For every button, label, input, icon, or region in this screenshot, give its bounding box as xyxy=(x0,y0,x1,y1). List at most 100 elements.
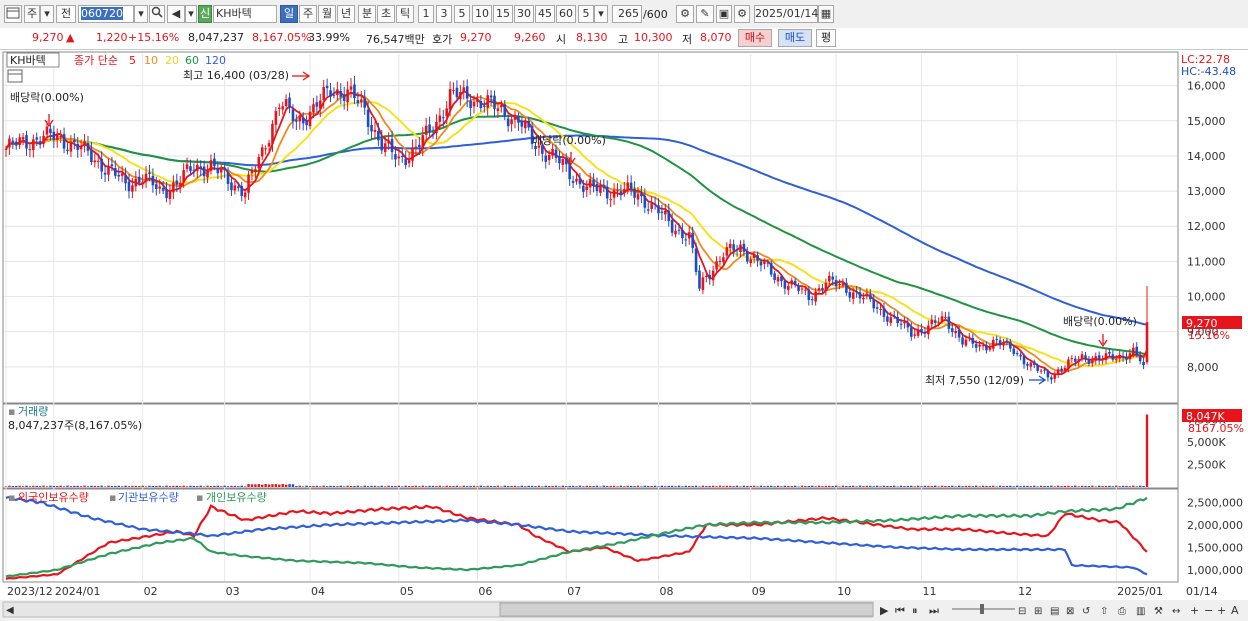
candle-body xyxy=(137,176,141,183)
period-main-button[interactable]: 주 xyxy=(24,5,40,23)
candle-body xyxy=(1104,353,1108,361)
prev-button[interactable]: 전 xyxy=(56,5,76,23)
candle-body xyxy=(411,147,414,161)
interval-10-button[interactable]: 10 xyxy=(472,5,492,23)
interval-30-button[interactable]: 30 xyxy=(514,5,534,23)
volume-bar xyxy=(858,485,862,487)
pause-icon[interactable]: ⏸ xyxy=(912,604,918,617)
fast-forward-icon[interactable]: ⏭ xyxy=(929,604,939,617)
period-dropdown-icon[interactable]: ▾ xyxy=(40,5,54,23)
interval-15-button[interactable]: 15 xyxy=(493,5,513,23)
period-month-tab[interactable]: 월 xyxy=(318,5,336,23)
stock-name-field[interactable]: KH바텍 xyxy=(213,5,277,23)
drawing-tool-icon[interactable]: ✎ xyxy=(696,5,714,23)
zoom-in-icon[interactable]: + xyxy=(1190,604,1199,617)
candle-body xyxy=(35,137,39,140)
interval-3-button[interactable]: 3 xyxy=(436,5,452,23)
stock-chart[interactable]: 8,0009,00010,00011,00012,00013,00014,000… xyxy=(0,50,1248,621)
interval-45-button[interactable]: 45 xyxy=(535,5,555,23)
export-icon[interactable]: ⇧ xyxy=(1100,606,1108,617)
volume-bar xyxy=(8,485,11,487)
volume-bar xyxy=(469,485,472,487)
code-dropdown-icon[interactable]: ▾ xyxy=(134,5,148,23)
volume-bar xyxy=(1101,486,1104,487)
candle-body xyxy=(858,292,862,299)
sell-button[interactable]: 매도 xyxy=(778,29,812,47)
x-tick-label: 02 xyxy=(144,585,158,598)
volume-bar xyxy=(568,485,571,487)
candle-body xyxy=(1111,354,1115,360)
candle-body xyxy=(213,158,216,167)
buy-button[interactable]: 매수 xyxy=(738,29,772,47)
volume-bar xyxy=(643,485,647,487)
rewind-icon[interactable]: ⏮ xyxy=(895,604,905,617)
candle-body xyxy=(790,280,794,285)
volume-bar xyxy=(845,485,848,487)
volume-bar xyxy=(120,486,124,487)
speaker-icon[interactable]: ◀ xyxy=(167,5,185,23)
volume-bar xyxy=(913,486,916,487)
candle-body xyxy=(1077,359,1080,363)
stock-code-input[interactable]: 060720 xyxy=(78,5,134,23)
volume-bar xyxy=(1067,485,1070,487)
layout-icon[interactable] xyxy=(4,5,22,23)
width-plus-icon[interactable]: + xyxy=(1217,604,1226,617)
candle-body xyxy=(223,168,226,171)
period-week-tab[interactable]: 주 xyxy=(299,5,317,23)
interval-5-button[interactable]: 5 xyxy=(454,5,470,23)
interval-60-button[interactable]: 60 xyxy=(556,5,576,23)
volume-bar xyxy=(954,486,957,487)
volume-bar xyxy=(606,486,609,487)
candle-body xyxy=(155,184,158,189)
calendar-icon[interactable]: ▦ xyxy=(818,5,834,23)
image-icon[interactable]: ▥ xyxy=(1136,606,1145,617)
period-minute-tab[interactable]: 분 xyxy=(358,5,376,23)
gear-icon[interactable]: ⚙ xyxy=(734,5,750,23)
crosshair-icon[interactable]: ⊞ xyxy=(1034,606,1042,617)
tool-icon[interactable]: ⚒ xyxy=(1154,606,1163,617)
candle-body xyxy=(455,87,459,98)
volume-bar xyxy=(770,485,773,487)
interval-1-button[interactable]: 1 xyxy=(418,5,434,23)
scroll-left-icon[interactable]: ◀ xyxy=(6,605,14,616)
candle-body xyxy=(694,248,698,272)
save-icon[interactable]: ▣ xyxy=(716,5,732,23)
ruler-icon[interactable]: ↔ xyxy=(1172,606,1180,617)
interval-dropdown-icon[interactable]: ▾ xyxy=(594,5,608,23)
fit-icon[interactable]: ⊠ xyxy=(1066,606,1074,617)
volume-bar xyxy=(254,484,257,487)
table-icon[interactable] xyxy=(7,69,23,83)
period-second-tab[interactable]: 초 xyxy=(377,5,395,23)
toggle-icon[interactable]: ⊟ xyxy=(1018,606,1026,617)
search-icon[interactable] xyxy=(149,5,165,23)
volume-bar xyxy=(373,485,377,487)
candle-body xyxy=(913,334,917,336)
volume-bar xyxy=(578,485,582,487)
candle-body xyxy=(1012,348,1016,354)
text-size-icon[interactable]: A xyxy=(1231,604,1239,617)
period-year-tab[interactable]: 년 xyxy=(337,5,355,23)
date-input[interactable]: 2025/01/14 xyxy=(754,5,818,23)
period-day-tab[interactable]: 일 xyxy=(280,5,298,23)
volume-bar xyxy=(732,486,735,487)
candle-body xyxy=(219,169,223,173)
up-arrow-icon: ▲ xyxy=(66,31,75,44)
volume-bar xyxy=(1128,486,1132,487)
holdings-panel xyxy=(2,488,1179,583)
volume-bar xyxy=(1036,486,1039,487)
speaker-dropdown-icon[interactable]: ▾ xyxy=(185,5,197,23)
grid-icon[interactable]: ▤ xyxy=(1050,606,1059,617)
candle-body xyxy=(96,160,100,162)
print-icon[interactable]: ⎙ xyxy=(1118,606,1126,617)
count-input[interactable]: 265 xyxy=(612,5,642,23)
eval-button[interactable]: 평 xyxy=(816,29,836,47)
volume-bar xyxy=(438,485,442,487)
period-tick-tab[interactable]: 틱 xyxy=(396,5,414,23)
scrollbar-thumb[interactable] xyxy=(499,602,874,617)
zoom-slider-handle[interactable] xyxy=(980,604,984,614)
chart-settings-icon[interactable]: ⚙ xyxy=(676,5,694,23)
zoom-out-icon[interactable]: − xyxy=(1204,604,1213,617)
scroll-right-icon[interactable]: ▶ xyxy=(880,604,889,617)
interval-select[interactable]: 5 xyxy=(578,5,594,23)
restore-icon[interactable]: ↺ xyxy=(1082,606,1090,617)
